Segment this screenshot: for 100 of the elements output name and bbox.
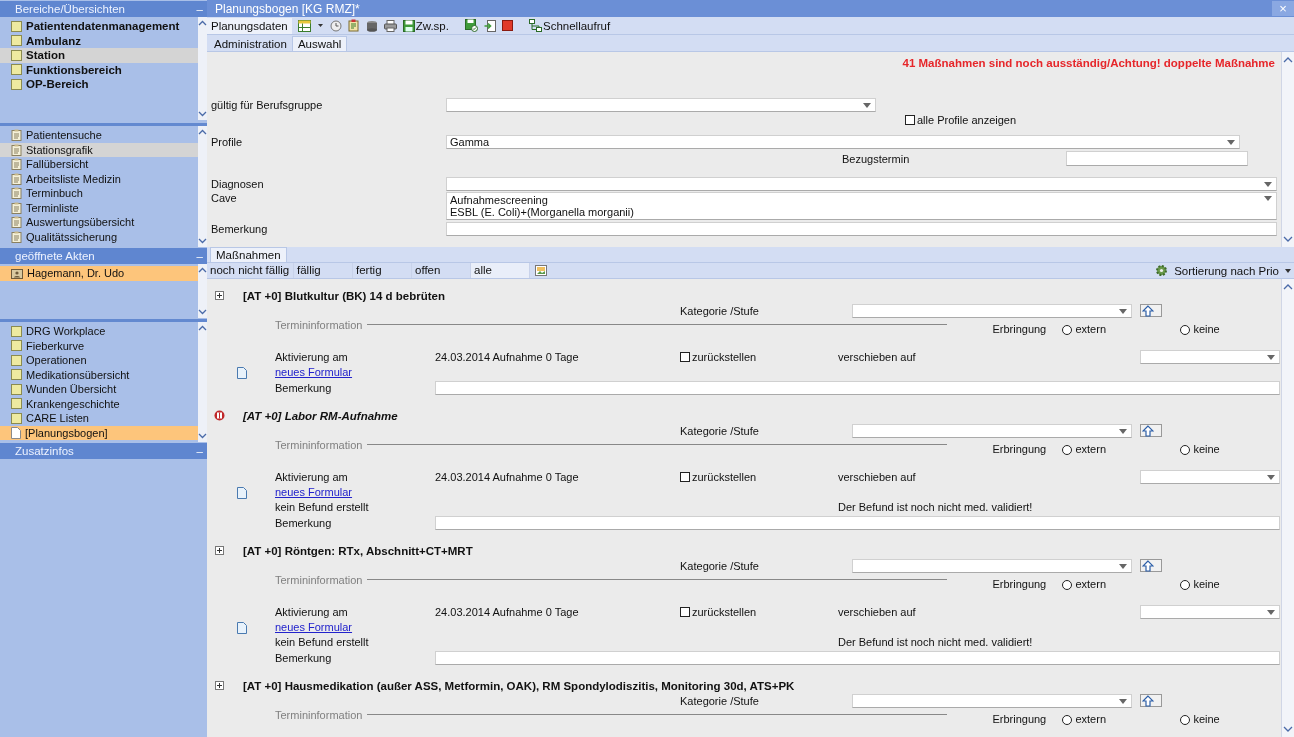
collapse-button[interactable]: – bbox=[196, 250, 203, 262]
collapse-button[interactable]: – bbox=[196, 445, 203, 457]
scroll-down-icon[interactable] bbox=[1283, 235, 1293, 243]
text-input-field[interactable] bbox=[435, 650, 1280, 665]
tab[interactable]: Auswahl bbox=[291, 36, 348, 51]
sidebar-item[interactable]: CARE Listen bbox=[0, 411, 198, 426]
stack-icon[interactable] bbox=[365, 19, 378, 32]
new-form-link[interactable]: neues Formular bbox=[275, 620, 353, 633]
scrollbar[interactable] bbox=[198, 17, 207, 120]
toolbar-tab[interactable]: Planungsdaten bbox=[207, 17, 292, 34]
scroll-down-icon[interactable] bbox=[1283, 725, 1293, 733]
dropdown-field[interactable] bbox=[1140, 349, 1280, 364]
dropdown-arrow-icon[interactable] bbox=[1119, 563, 1127, 569]
dropdown-field[interactable]: Gamma bbox=[446, 135, 1240, 149]
text-input-field[interactable] bbox=[435, 380, 1280, 395]
radio-option[interactable]: extern bbox=[1062, 712, 1181, 727]
sidebar-item[interactable]: Fieberkurve bbox=[0, 338, 198, 353]
scrollbar[interactable] bbox=[198, 264, 207, 318]
up-arrow-button[interactable] bbox=[1140, 559, 1162, 572]
sidebar-item[interactable]: Terminliste bbox=[0, 200, 198, 215]
date-input-field[interactable] bbox=[1066, 151, 1248, 166]
dropdown-arrow-icon[interactable] bbox=[1119, 428, 1127, 434]
sidebar-item[interactable]: Qualitätssicherung bbox=[0, 229, 198, 244]
dropdown-field[interactable] bbox=[852, 423, 1132, 438]
radio-option[interactable]: keine bbox=[1180, 712, 1220, 727]
sidebar-item[interactable]: [Planungsbogen] bbox=[0, 425, 198, 440]
sidebar-item[interactable]: Patientendatenmanagement bbox=[0, 19, 198, 34]
checkbox-option[interactable]: alle Profile anzeigen bbox=[905, 114, 1017, 126]
scroll-up-icon[interactable] bbox=[1283, 283, 1293, 291]
dropdown-arrow-icon[interactable] bbox=[1119, 698, 1127, 704]
scroll-down-icon[interactable] bbox=[198, 110, 207, 118]
sidebar-item[interactable]: Hagemann, Dr. Udo bbox=[0, 266, 198, 281]
filter-tab[interactable]: fällig bbox=[294, 263, 353, 278]
sidebar-item[interactable]: Funktionsbereich bbox=[0, 62, 198, 77]
sidebar-item[interactable]: Patientensuche bbox=[0, 128, 198, 143]
dropdown-field[interactable] bbox=[852, 693, 1132, 708]
new-form-link[interactable]: neues Formular bbox=[275, 365, 353, 378]
scroll-up-icon[interactable] bbox=[198, 19, 207, 27]
sidebar-item[interactable]: Krankengeschichte bbox=[0, 396, 198, 411]
sidebar-item[interactable]: Wunden Übersicht bbox=[0, 382, 198, 397]
checkbox-option[interactable]: zurückstellen bbox=[680, 350, 838, 363]
radio-option[interactable]: keine bbox=[1180, 442, 1220, 457]
tab[interactable]: Administration bbox=[209, 37, 292, 51]
sidebar-item[interactable]: Ambulanz bbox=[0, 33, 198, 48]
dropdown-arrow-icon[interactable] bbox=[1267, 354, 1275, 360]
table-icon[interactable] bbox=[297, 19, 311, 32]
tab[interactable]: Maßnahmen bbox=[210, 247, 287, 262]
scrollbar[interactable] bbox=[198, 126, 207, 247]
scrollbar[interactable] bbox=[1281, 279, 1294, 737]
checkbox-option[interactable]: zurückstellen bbox=[680, 470, 838, 483]
dropdown-field[interactable] bbox=[446, 98, 876, 112]
clipboard-icon[interactable] bbox=[347, 19, 360, 32]
save-button[interactable]: Zw.sp. bbox=[402, 19, 449, 32]
text-input-field[interactable] bbox=[446, 222, 1277, 236]
sidebar-item[interactable]: Stationsgrafik bbox=[0, 142, 198, 157]
expand-icon[interactable] bbox=[214, 291, 224, 300]
sidebar-item[interactable]: Auswertungsübersicht bbox=[0, 215, 198, 230]
expand-icon[interactable] bbox=[214, 681, 224, 690]
image-icon[interactable] bbox=[535, 265, 547, 276]
sidebar-item[interactable]: Terminbuch bbox=[0, 186, 198, 201]
sidebar-item[interactable]: Medikationsübersicht bbox=[0, 367, 198, 382]
radio-option[interactable]: keine bbox=[1180, 322, 1220, 337]
filter-tab[interactable]: alle bbox=[471, 263, 530, 278]
dropdown-field[interactable]: Aufnahmescreening ESBL (E. Coli)+(Morganella morganii) bbox=[446, 192, 1277, 220]
filter-tab[interactable]: fertig bbox=[353, 263, 412, 278]
radio-option[interactable]: extern bbox=[1062, 442, 1181, 457]
scroll-up-icon[interactable] bbox=[198, 324, 207, 332]
dropdown-field[interactable] bbox=[1140, 469, 1280, 484]
text-input-field[interactable] bbox=[435, 515, 1280, 530]
sidebar-item[interactable]: Fallübersicht bbox=[0, 157, 198, 172]
radio-option[interactable]: extern bbox=[1062, 322, 1181, 337]
sidebar-item[interactable]: OP-Bereich bbox=[0, 77, 198, 92]
filter-tab[interactable]: noch nicht fällig bbox=[207, 263, 294, 278]
clock-icon[interactable] bbox=[329, 19, 342, 32]
up-arrow-button[interactable] bbox=[1140, 424, 1162, 437]
dropdown-field[interactable] bbox=[852, 558, 1132, 573]
scroll-up-icon[interactable] bbox=[198, 128, 207, 136]
radio-option[interactable]: extern bbox=[1062, 577, 1181, 592]
expand-icon[interactable] bbox=[214, 546, 224, 555]
floppy-check-icon[interactable] bbox=[464, 19, 478, 32]
dropdown-field[interactable] bbox=[446, 177, 1277, 191]
dropdown-arrow-icon[interactable] bbox=[1119, 308, 1127, 314]
sidebar-item[interactable]: Arbeitsliste Medizin bbox=[0, 171, 198, 186]
dropdown-arrow-icon[interactable] bbox=[1267, 609, 1275, 615]
printer-icon[interactable] bbox=[383, 19, 397, 32]
scroll-down-icon[interactable] bbox=[198, 237, 207, 245]
scroll-down-icon[interactable] bbox=[198, 308, 207, 316]
dropdown-arrow-icon[interactable] bbox=[1227, 140, 1235, 145]
dropdown-arrow-icon[interactable] bbox=[1267, 474, 1275, 480]
dropdown-arrow-icon[interactable] bbox=[1264, 196, 1272, 201]
caret-icon[interactable] bbox=[316, 23, 324, 28]
radio-option[interactable]: keine bbox=[1180, 577, 1220, 592]
dropdown-arrow-icon[interactable] bbox=[1264, 182, 1272, 187]
stop-icon[interactable] bbox=[501, 20, 513, 31]
sidebar-item[interactable]: Station bbox=[0, 48, 198, 63]
dropdown-field[interactable] bbox=[1140, 604, 1280, 619]
dropdown-field[interactable] bbox=[852, 303, 1132, 318]
up-arrow-button[interactable] bbox=[1140, 694, 1162, 707]
scroll-up-icon[interactable] bbox=[198, 266, 207, 274]
scrollbar[interactable] bbox=[1281, 52, 1294, 247]
